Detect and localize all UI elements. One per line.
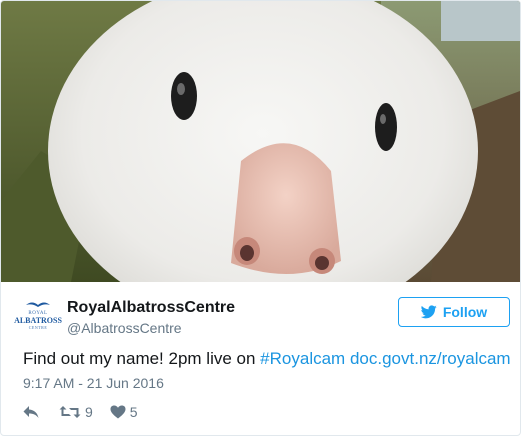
heart-icon	[110, 405, 126, 419]
url-link[interactable]: doc.govt.nz/royalcam	[350, 349, 511, 368]
account-names: RoyalAlbatrossCentre @AlbatrossCentre	[67, 298, 235, 337]
reply-icon	[23, 406, 39, 418]
albatross-chick-photo	[1, 1, 520, 282]
avatar-logo-line2: ALBATROSS	[14, 315, 62, 325]
tweet-card: ROYAL ALBATROSS CENTRE RoyalAlbatrossCen…	[0, 0, 521, 436]
hashtag-link[interactable]: #Royalcam	[260, 349, 345, 368]
tweet-text: Find out my name! 2pm live on #Royalcam …	[23, 348, 511, 370]
follow-button-label: Follow	[442, 304, 488, 320]
follow-button[interactable]: Follow	[398, 297, 510, 327]
albatross-logo-icon	[26, 302, 50, 307]
reply-button[interactable]	[23, 405, 41, 419]
retweet-button[interactable]: 9	[59, 404, 93, 420]
like-count: 5	[129, 404, 138, 420]
twitter-bird-icon	[420, 305, 437, 319]
tweet-photo[interactable]	[1, 1, 520, 282]
account-handle[interactable]: @AlbatrossCentre	[67, 319, 235, 337]
avatar-logo-line3: CENTRE	[28, 324, 48, 330]
tweet-header: ROYAL ALBATROSS CENTRE RoyalAlbatrossCen…	[1, 282, 520, 342]
avatar[interactable]: ROYAL ALBATROSS CENTRE	[14, 296, 62, 332]
retweet-icon	[59, 406, 81, 418]
tweet-actions: 9 5	[23, 401, 138, 423]
like-button[interactable]: 5	[110, 404, 138, 420]
display-name[interactable]: RoyalAlbatrossCentre	[67, 298, 235, 317]
tweet-timestamp[interactable]: 9:17 AM - 21 Jun 2016	[23, 374, 164, 392]
retweet-count: 9	[85, 404, 93, 420]
tweet-text-prefix: Find out my name! 2pm live on	[23, 349, 261, 368]
